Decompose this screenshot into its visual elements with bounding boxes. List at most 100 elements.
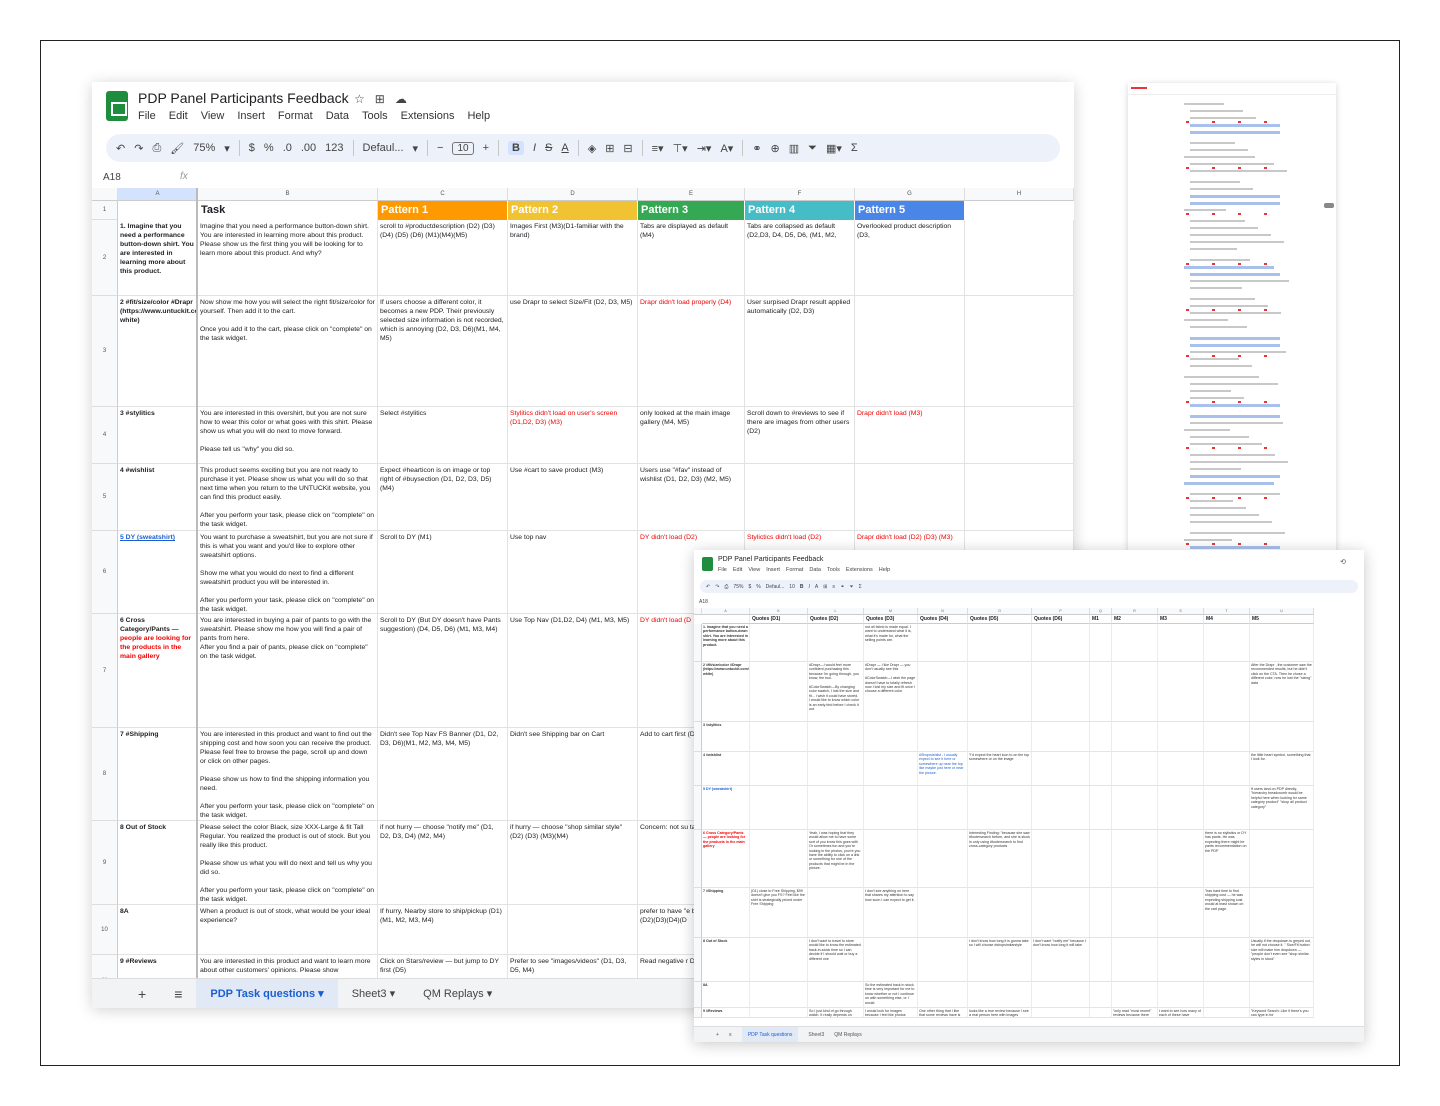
menu-extensions[interactable]: Extensions	[846, 567, 873, 573]
quotes-cell[interactable]: "has hard time to find shipping cost — h…	[1204, 888, 1250, 938]
cell-c[interactable]: Select #stylitics	[378, 407, 508, 464]
quotes-cell[interactable]	[750, 830, 808, 888]
quotes-cell[interactable]	[864, 722, 918, 752]
menu-data[interactable]: Data	[809, 567, 821, 573]
quotes-cell[interactable]	[808, 722, 864, 752]
quotes-header-cell[interactable]: M4	[1204, 615, 1250, 624]
column-header[interactable]: N	[918, 608, 968, 615]
quotes-cell[interactable]	[750, 1008, 808, 1018]
quotes-header-cell[interactable]	[702, 615, 750, 624]
quotes-cell[interactable]	[1032, 888, 1090, 938]
menu-help[interactable]: Help	[879, 567, 890, 573]
cell-c[interactable]: Scroll to DY (M1)	[378, 531, 508, 614]
quotes-cell[interactable]	[750, 752, 808, 786]
font-select[interactable]: Defaul...	[363, 142, 404, 154]
cell-a[interactable]: 8 Out of Stock	[118, 821, 198, 905]
cell-b[interactable]: Now show me how you will select the righ…	[198, 296, 378, 407]
cell-a[interactable]: 8A	[118, 905, 198, 955]
filter-views-icon[interactable]: ▦▾	[826, 142, 842, 155]
quotes-cell[interactable]: 9 #Reviews	[702, 1008, 750, 1018]
cell-a[interactable]: 6 Cross Category/Pants — people are looki…	[118, 614, 198, 728]
text-color-button[interactable]: A	[815, 584, 818, 590]
quotes-cell[interactable]	[1250, 982, 1314, 1008]
cell-h[interactable]	[965, 407, 1074, 464]
menu-extensions[interactable]: Extensions	[401, 110, 455, 122]
cell-a[interactable]: 7 #Shipping	[118, 728, 198, 821]
menu-data[interactable]: Data	[326, 110, 349, 122]
print-icon[interactable]: ⎙	[724, 584, 728, 590]
quotes-cell[interactable]	[1112, 888, 1158, 938]
cell-c[interactable]: if not hurry — choose "notify me" (D1, D…	[378, 821, 508, 905]
all-sheets-icon[interactable]: ≡	[729, 1032, 732, 1038]
font-size-input[interactable]: 10	[789, 584, 795, 590]
quotes-cell[interactable]: 6 Cross Category/Pants — people are look…	[702, 830, 750, 888]
name-box[interactable]: A18	[103, 172, 121, 183]
add-sheet-icon[interactable]: +	[716, 1032, 719, 1038]
row-header[interactable]	[694, 752, 702, 786]
cell-b[interactable]: Please select the color Black, size XXX-…	[198, 821, 378, 905]
row-header[interactable]	[694, 1008, 702, 1018]
sheets-logo-icon[interactable]	[702, 557, 713, 571]
quotes-cell[interactable]	[1032, 624, 1090, 662]
quotes-cell[interactable]	[1032, 786, 1090, 830]
chevron-down-icon[interactable]: ▾	[224, 142, 230, 155]
quotes-header-cell[interactable]: M2	[1112, 615, 1158, 624]
undo-icon[interactable]: ↶	[706, 584, 710, 590]
functions-icon[interactable]: Σ	[859, 584, 862, 590]
text-rotation-icon[interactable]: A▾	[720, 142, 733, 155]
quotes-cell[interactable]	[1112, 786, 1158, 830]
column-header-a[interactable]: A	[118, 188, 198, 201]
quotes-cell[interactable]	[864, 752, 918, 786]
quotes-cell[interactable]	[750, 786, 808, 830]
quotes-cell[interactable]	[1158, 722, 1204, 752]
quotes-cell[interactable]	[1032, 662, 1090, 722]
quotes-cell[interactable]	[1204, 624, 1250, 662]
quotes-cell[interactable]: Yeah, I was hoping that they would allow…	[808, 830, 864, 888]
quotes-header-cell[interactable]: Quotes (D5)	[968, 615, 1032, 624]
cell-e[interactable]: Users use "#fav" instead of wishlist (D1…	[638, 464, 745, 531]
quotes-cell[interactable]	[1204, 662, 1250, 722]
cell-h[interactable]	[965, 296, 1074, 407]
menu-file[interactable]: File	[718, 567, 727, 573]
name-box[interactable]: A18	[699, 599, 708, 605]
thumbnail-scroll-handle[interactable]	[1324, 203, 1334, 208]
quotes-cell[interactable]: looks like a true review because I see a…	[968, 1008, 1032, 1018]
cell-a[interactable]: 5 DY (sweatshirt)	[118, 531, 198, 614]
increase-decimal-button[interactable]: .00	[301, 142, 316, 154]
quotes-cell[interactable]	[1204, 752, 1250, 786]
cell-g[interactable]: Drapr didn't load (M3)	[855, 407, 965, 464]
quotes-cell[interactable]	[1158, 888, 1204, 938]
row-header[interactable]: 8	[92, 728, 118, 821]
cell-b[interactable]: You are interested in buying a pair of p…	[198, 614, 378, 728]
quotes-cell[interactable]	[1090, 1008, 1112, 1018]
quotes-cell[interactable]: Usually if the dropdown is greyed out, h…	[1250, 938, 1314, 982]
quotes-cell[interactable]	[1090, 786, 1112, 830]
quotes-cell[interactable]: not all fabric is made equal. I want to …	[864, 624, 918, 662]
cell-d[interactable]: Use top nav	[508, 531, 638, 614]
header-pattern-2[interactable]: Pattern 2	[508, 201, 638, 220]
cell-b[interactable]: Imagine that you need a performance butt…	[198, 220, 378, 296]
cell-h[interactable]	[965, 464, 1074, 531]
fill-color-icon[interactable]: ◈	[588, 142, 596, 155]
column-header-c[interactable]: C	[378, 188, 508, 201]
quotes-cell[interactable]: #Drapr — I like Drapr — you don't usuall…	[864, 662, 918, 722]
quotes-cell[interactable]: I don't see anything on here that shares…	[864, 888, 918, 938]
row-header[interactable]: 10	[92, 905, 118, 955]
quotes-cell[interactable]: 5 DY (sweatshirt)	[702, 786, 750, 830]
quotes-cell[interactable]	[1158, 752, 1204, 786]
column-header[interactable]: S	[1158, 608, 1204, 615]
text-wrap-icon[interactable]: ⇥▾	[697, 142, 712, 155]
quotes-cell[interactable]	[1090, 722, 1112, 752]
tab-sheet3[interactable]: Sheet3 ▾	[338, 987, 409, 1000]
functions-icon[interactable]: Σ	[851, 142, 858, 154]
horizontal-align-icon[interactable]: ≡	[832, 584, 835, 590]
quotes-cell[interactable]	[918, 938, 968, 982]
quotes-cell[interactable]	[1112, 624, 1158, 662]
quotes-cell[interactable]: Interesting Finding: "because she saw #f…	[968, 830, 1032, 888]
row-header[interactable]	[694, 722, 702, 752]
column-header[interactable]: L	[808, 608, 864, 615]
quotes-cell[interactable]	[968, 722, 1032, 752]
vertical-align-icon[interactable]: ⊤▾	[673, 142, 688, 155]
quotes-cell[interactable]: I don't want "notify me" because I don't…	[1032, 938, 1090, 982]
row-header[interactable]: 2	[92, 220, 118, 296]
